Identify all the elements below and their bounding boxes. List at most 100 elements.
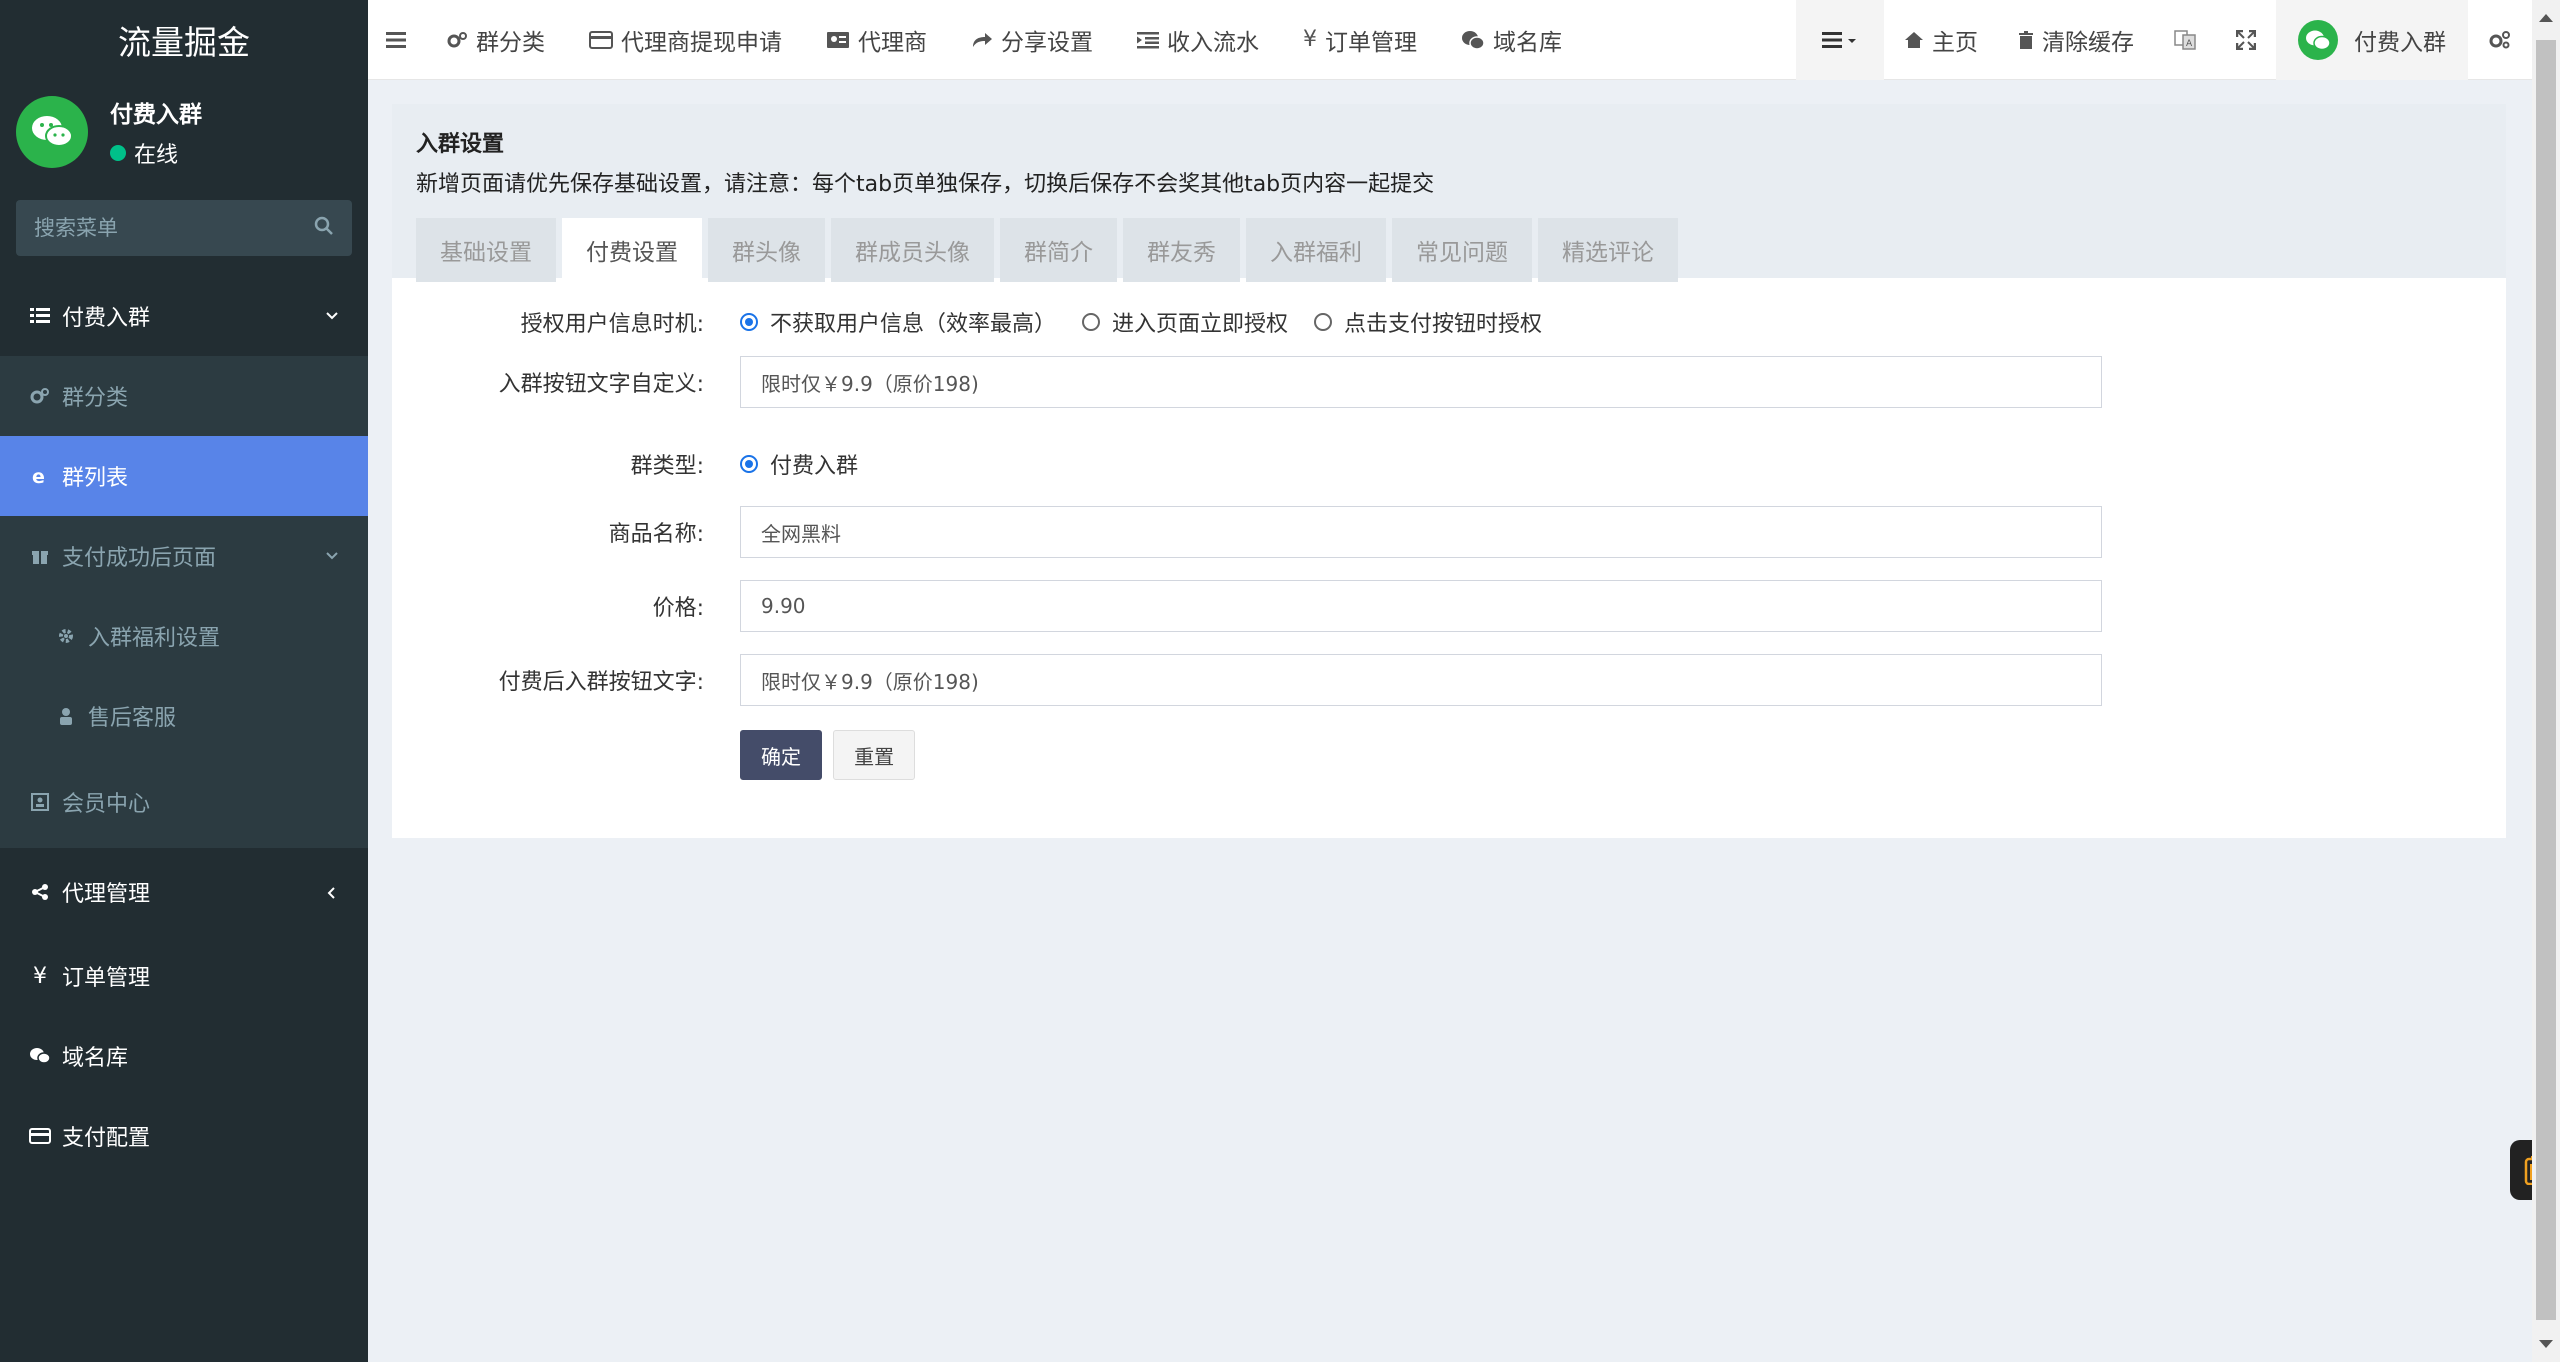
sidebar-item-agent[interactable]: 代理管理 [0, 848, 368, 936]
price-label: 价格: [652, 596, 704, 621]
nav-order-management[interactable]: ¥ 订单管理 [1281, 0, 1439, 80]
scroll-down-arrow-icon[interactable] [2539, 1340, 2553, 1348]
auth-option-on-pay[interactable]: 点击支付按钮时授权 [1314, 306, 1542, 338]
tab-basic[interactable]: 基础设置 [416, 218, 556, 282]
tab-member-avatar[interactable]: 群成员头像 [831, 218, 994, 282]
nav-group-category[interactable]: 群分类 [424, 0, 567, 80]
sidebar-item-label: 群列表 [62, 466, 129, 491]
sidebar-search [16, 200, 352, 256]
nav-domains[interactable]: 域名库 [1439, 0, 1584, 80]
gears-icon [2489, 31, 2510, 49]
radio-checked-icon [740, 313, 758, 331]
sidebar-item-label: 域名库 [62, 1046, 129, 1071]
auth-option-none[interactable]: 不获取用户信息（效率最高） [740, 306, 1056, 338]
auth-option-on-enter[interactable]: 进入页面立即授权 [1082, 306, 1288, 338]
scroll-up-arrow-icon[interactable] [2539, 14, 2553, 22]
sidebar-item-label: 入群福利设置 [88, 626, 221, 651]
nav-share-settings[interactable]: 分享设置 [949, 0, 1115, 80]
yen-icon: ¥ [1303, 27, 1317, 52]
settings-button[interactable] [2468, 0, 2532, 80]
gears-icon [446, 31, 468, 49]
app-logo[interactable]: 流量掘金 [0, 0, 368, 80]
nav-withdraw-requests[interactable]: 代理商提现申请 [567, 0, 804, 80]
nav-label: 订单管理 [1325, 29, 1417, 56]
scroll-thumb[interactable] [2536, 40, 2556, 1320]
tab-group-intro[interactable]: 群简介 [1000, 218, 1117, 282]
page-scrollbar[interactable] [2532, 0, 2560, 1362]
nav-user-name: 付费入群 [2354, 30, 2446, 56]
tab-welfare[interactable]: 入群福利 [1246, 218, 1386, 282]
sidebar-item-service[interactable]: 售后客服 [0, 676, 368, 756]
wechat-avatar-icon [2298, 20, 2338, 60]
id-card-icon [26, 793, 54, 811]
nav-dropdown-button[interactable] [1796, 0, 1884, 80]
nav-label: 代理商提现申请 [621, 29, 782, 56]
nav-label: 分享设置 [1001, 29, 1093, 56]
tab-comments[interactable]: 精选评论 [1538, 218, 1678, 282]
nav-user-menu[interactable]: 付费入群 [2276, 0, 2468, 80]
auth-timing-label: 授权用户信息时机: [520, 312, 704, 337]
join-button-text-input[interactable] [740, 356, 2102, 408]
sidebar-search-input[interactable] [34, 216, 294, 240]
price-input[interactable] [740, 580, 2102, 632]
sidebar-item-pay[interactable]: 支付配置 [0, 1096, 368, 1176]
sidebar-item-domains[interactable]: 域名库 [0, 1016, 368, 1096]
radio-label: 付费入群 [770, 454, 859, 479]
auth-timing-radio-group: 不获取用户信息（效率最高） 进入页面立即授权 点击支付按钮时授权 [740, 307, 1568, 337]
yen-icon: ¥ [33, 963, 47, 989]
chevron-left-icon [324, 882, 340, 907]
sidebar: 流量掘金 付费入群 在线 付费入群 群分类 e 群列表 [0, 0, 368, 1362]
sidebar-item-member[interactable]: 会员中心 [0, 756, 368, 848]
nav-home[interactable]: 主页 [1884, 0, 1998, 80]
sidebar-item-group-category[interactable]: 群分类 [0, 356, 368, 436]
fullscreen-icon [2236, 30, 2256, 50]
sidebar-item-group-list[interactable]: e 群列表 [0, 436, 368, 516]
wechat-icon [1461, 30, 1485, 50]
group-type-radio-group: 付费入群 [740, 449, 884, 479]
group-type-label: 群类型: [630, 454, 704, 479]
radio-label: 进入页面立即授权 [1112, 312, 1289, 337]
group-type-paid[interactable]: 付费入群 [740, 448, 858, 480]
after-pay-button-text-label: 付费后入群按钮文字: [498, 670, 704, 695]
reset-button[interactable]: 重置 [833, 730, 916, 780]
wechat-avatar-icon [16, 96, 88, 168]
confirm-button[interactable]: 确定 [740, 730, 822, 780]
join-button-text-label: 入群按钮文字自定义: [498, 372, 704, 397]
radio-checked-icon [740, 455, 758, 473]
sidebar-item-label: 售后客服 [88, 706, 177, 731]
sidebar-item-paid-group[interactable]: 付费入群 [0, 276, 368, 356]
sidebar-item-label: 群分类 [62, 386, 129, 411]
nav-label: 收入流水 [1167, 29, 1259, 56]
share-icon [26, 883, 54, 901]
nav-label: 清除缓存 [2042, 30, 2134, 56]
after-pay-button-text-input[interactable] [740, 654, 2102, 706]
gift-icon [26, 547, 54, 565]
sidebar-item-label: 订单管理 [62, 966, 151, 991]
menu-toggle-button[interactable] [368, 0, 424, 80]
sidebar-item-welfare[interactable]: 入群福利设置 [0, 596, 368, 676]
tab-payment[interactable]: 付费设置 [562, 218, 702, 282]
nav-label: 群分类 [476, 29, 545, 56]
tab-group-avatar[interactable]: 群头像 [708, 218, 825, 282]
sidebar-item-orders[interactable]: ¥ 订单管理 [0, 936, 368, 1016]
radio-label: 不获取用户信息（效率最高） [770, 312, 1057, 337]
home-icon [1904, 31, 1924, 49]
sidebar-item-after-pay[interactable]: 支付成功后页面 [0, 516, 368, 596]
page-note: 新增页面请优先保存基础设置，请注意：每个tab页单独保存，切换后保存不会奖其他t… [416, 172, 1435, 197]
credit-card-icon [589, 30, 613, 49]
tab-member-show[interactable]: 群友秀 [1123, 218, 1240, 282]
gear-icon [52, 627, 80, 645]
search-icon[interactable] [314, 216, 334, 240]
submenu-paid-group: 群分类 e 群列表 支付成功后页面 入群福利设置 售后客服 会员中心 [0, 356, 368, 848]
nav-income-flow[interactable]: 收入流水 [1115, 0, 1281, 80]
product-name-input[interactable] [740, 506, 2102, 558]
nav-clear-cache[interactable]: 清除缓存 [1998, 0, 2154, 80]
translate-button[interactable]: A [2154, 0, 2216, 80]
sidebar-item-label: 会员中心 [62, 792, 151, 817]
fullscreen-button[interactable] [2216, 0, 2276, 80]
nav-label: 主页 [1932, 30, 1978, 56]
nav-agents[interactable]: 代理商 [804, 0, 949, 80]
user-status: 在线 [110, 137, 202, 169]
tab-faq[interactable]: 常见问题 [1392, 218, 1532, 282]
payment-settings-form: 授权用户信息时机: 不获取用户信息（效率最高） 进入页面立即授权 点击支付按钮时… [392, 278, 2506, 838]
